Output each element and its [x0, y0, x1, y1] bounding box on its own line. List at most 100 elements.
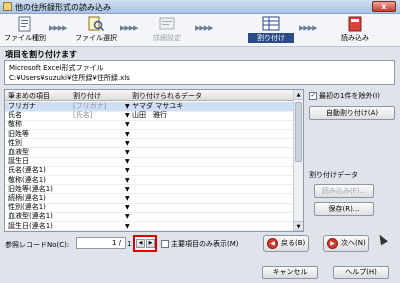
grid-scrollbar[interactable]: ▲ ▼ [293, 90, 303, 231]
table-row[interactable]: 敬称(連名1) ▼ [5, 176, 295, 186]
field-name-cell: 敬称(連名1) [8, 175, 46, 184]
step-assign: 割り付け [248, 16, 294, 45]
back-label: 戻る(B) [281, 239, 306, 247]
page-heading: 項目を割り付けます [5, 50, 77, 59]
title-bar: 他の住所録形式の読み込み x [0, 0, 400, 14]
column-header-data[interactable]: 割り付けられるデータ [132, 91, 202, 101]
field-name-cell: 氏名(連名1) [8, 166, 46, 175]
field-name-cell: 敬称 [8, 120, 22, 129]
step-detail-settings: 詳細設定 [144, 16, 190, 45]
step-file-select: ファイル選択 [73, 16, 119, 45]
field-name-cell: フリガナ [8, 102, 36, 110]
ref-record-label: 参照レコードNo(C): [5, 241, 70, 249]
dropdown-icon[interactable]: ▼ [125, 111, 130, 120]
record-spinner[interactable]: ◀ ▶ [133, 235, 157, 252]
table-row[interactable]: 性別 ▼ [5, 139, 295, 149]
ref-record-total: 1 [127, 240, 132, 248]
window-title: 他の住所録形式の読み込み [15, 3, 111, 12]
step-arrow: ▶▶▶▶ [120, 24, 139, 32]
step-label: ファイル選択 [75, 34, 117, 42]
dropdown-icon[interactable]: ▼ [125, 194, 130, 203]
data-cell: 山田 雅行 [132, 111, 167, 120]
column-header-assign[interactable]: 割り付け [73, 91, 101, 101]
field-name-cell: 血液型(連名1) [8, 212, 53, 221]
main-only-label: 主要項目のみ表示(M) [171, 240, 239, 248]
close-button[interactable]: x [372, 1, 396, 12]
table-row[interactable]: 氏名 [氏名] ▼ 山田 雅行 [5, 111, 295, 121]
scroll-up-icon[interactable]: ▲ [294, 90, 303, 100]
file-path-text: C:¥Users¥suzuki¥住所録¥住所録.xls [9, 74, 130, 82]
grid-header: 筆まめの項目 割り付け 割り付けられるデータ [5, 90, 295, 101]
assign-table-icon [262, 16, 280, 31]
ref-record-input[interactable]: 1 / [76, 237, 126, 249]
column-header-field[interactable]: 筆まめの項目 [8, 91, 50, 101]
step-arrow: ▶▶▶▶ [299, 24, 318, 32]
assign-cell[interactable]: [氏名] [73, 111, 92, 120]
next-button[interactable]: ▶ 次へ(N) [323, 235, 369, 252]
dropdown-icon[interactable]: ▼ [125, 185, 130, 194]
scroll-down-icon[interactable]: ▼ [294, 221, 303, 231]
table-row[interactable]: 旧姓等(連名1) ▼ [5, 185, 295, 195]
field-name-cell: 誕生日 [8, 157, 29, 166]
field-name-cell: 血液型 [8, 148, 29, 156]
step-label: 詳細設定 [153, 34, 181, 42]
table-row[interactable]: 誕生日(連名1) ▼ [5, 222, 295, 231]
table-row[interactable]: 誕生日 ▼ [5, 157, 295, 167]
cancel-button[interactable]: キャンセル [262, 266, 318, 279]
next-arrow-icon: ▶ [327, 238, 338, 249]
table-row[interactable]: 氏名(連名1) ▼ [5, 166, 295, 176]
field-name-cell: 性別 [8, 138, 22, 147]
dropdown-icon[interactable]: ▼ [125, 212, 130, 221]
field-name-cell: 続柄(連名1) [8, 194, 46, 202]
bottom-bar: 参照レコードNo(C): 1 / 1 ◀ ▶ 主要項目のみ表示(M) ◀ 戻る(… [0, 232, 400, 283]
dropdown-icon[interactable]: ▼ [125, 148, 130, 157]
assign-cell[interactable]: [フリガナ] [73, 102, 106, 111]
help-button[interactable]: ヘルプ(H) [333, 266, 389, 279]
file-info: Microsoft Excel形式ファイル C:¥Users¥suzuki¥住所… [4, 60, 395, 85]
field-mapping-grid[interactable]: 筆まめの項目 割り付け 割り付けられるデータ フリガナ [フリガナ] ▼ ヤマダ マサ… [4, 89, 304, 232]
dropdown-icon[interactable]: ▼ [125, 102, 130, 111]
back-arrow-icon: ◀ [267, 238, 278, 249]
step-label: ファイル種別 [4, 34, 46, 42]
dropdown-icon[interactable]: ▼ [125, 120, 130, 129]
step-import: 読み込み [332, 16, 378, 45]
side-panel: ✓ 最初の1件を除外(I) 自動割り付け(A) 割り付けデータ 読み込み(F)..… [306, 89, 398, 232]
save-button[interactable]: 保存(R)... [314, 202, 374, 216]
dropdown-icon[interactable]: ▼ [125, 157, 130, 166]
table-row[interactable]: 敬称 ▼ [5, 120, 295, 130]
prev-record-icon[interactable]: ◀ [136, 239, 145, 248]
dropdown-icon[interactable]: ▼ [125, 139, 130, 148]
load-button[interactable]: 読み込み(F)... [314, 184, 374, 198]
field-name-cell: 性別(連名1) [8, 203, 46, 212]
dropdown-icon[interactable]: ▼ [125, 222, 130, 231]
assign-data-group-label: 割り付けデータ [309, 171, 358, 179]
table-row[interactable]: 続柄(連名1) ▼ [5, 194, 295, 204]
settings-icon [159, 17, 175, 30]
checkbox-checked-icon: ✓ [309, 92, 317, 100]
ref-record-value: 1 / [111, 239, 121, 247]
step-arrow: ▶▶▶▶ [195, 24, 214, 32]
app-icon [3, 2, 12, 11]
exclude-first-row-label: 最初の1件を除外(I) [319, 92, 380, 100]
exclude-first-row-checkbox[interactable]: ✓ 最初の1件を除外(I) [309, 91, 380, 101]
dropdown-icon[interactable]: ▼ [125, 130, 130, 139]
auto-assign-button[interactable]: 自動割り付け(A) [309, 106, 395, 120]
data-cell: ヤマダ マサユキ [132, 102, 184, 110]
field-name-cell: 旧姓等(連名1) [8, 184, 53, 193]
scroll-thumb[interactable] [295, 102, 302, 162]
checkbox-icon [161, 240, 169, 248]
dropdown-icon[interactable]: ▼ [125, 166, 130, 175]
next-record-icon[interactable]: ▶ [146, 239, 155, 248]
table-row[interactable]: 血液型(連名1) ▼ [5, 212, 295, 222]
table-row[interactable]: 旧姓等 ▼ [5, 130, 295, 140]
file-type-text: Microsoft Excel形式ファイル [9, 64, 104, 72]
next-label: 次へ(N) [341, 239, 366, 247]
table-row[interactable]: 血液型 ▼ [5, 148, 295, 158]
dropdown-icon[interactable]: ▼ [125, 176, 130, 185]
file-type-icon [18, 16, 31, 32]
dropdown-icon[interactable]: ▼ [125, 203, 130, 212]
main-only-checkbox[interactable]: 主要項目のみ表示(M) [161, 239, 239, 249]
back-button[interactable]: ◀ 戻る(B) [263, 235, 309, 252]
step-label: 読み込み [341, 34, 369, 42]
wizard-steps: ファイル種別 ▶▶▶▶ ファイル選択 ▶▶▶▶ 詳細設定 ▶▶▶▶ 割り付け ▶… [0, 14, 400, 47]
